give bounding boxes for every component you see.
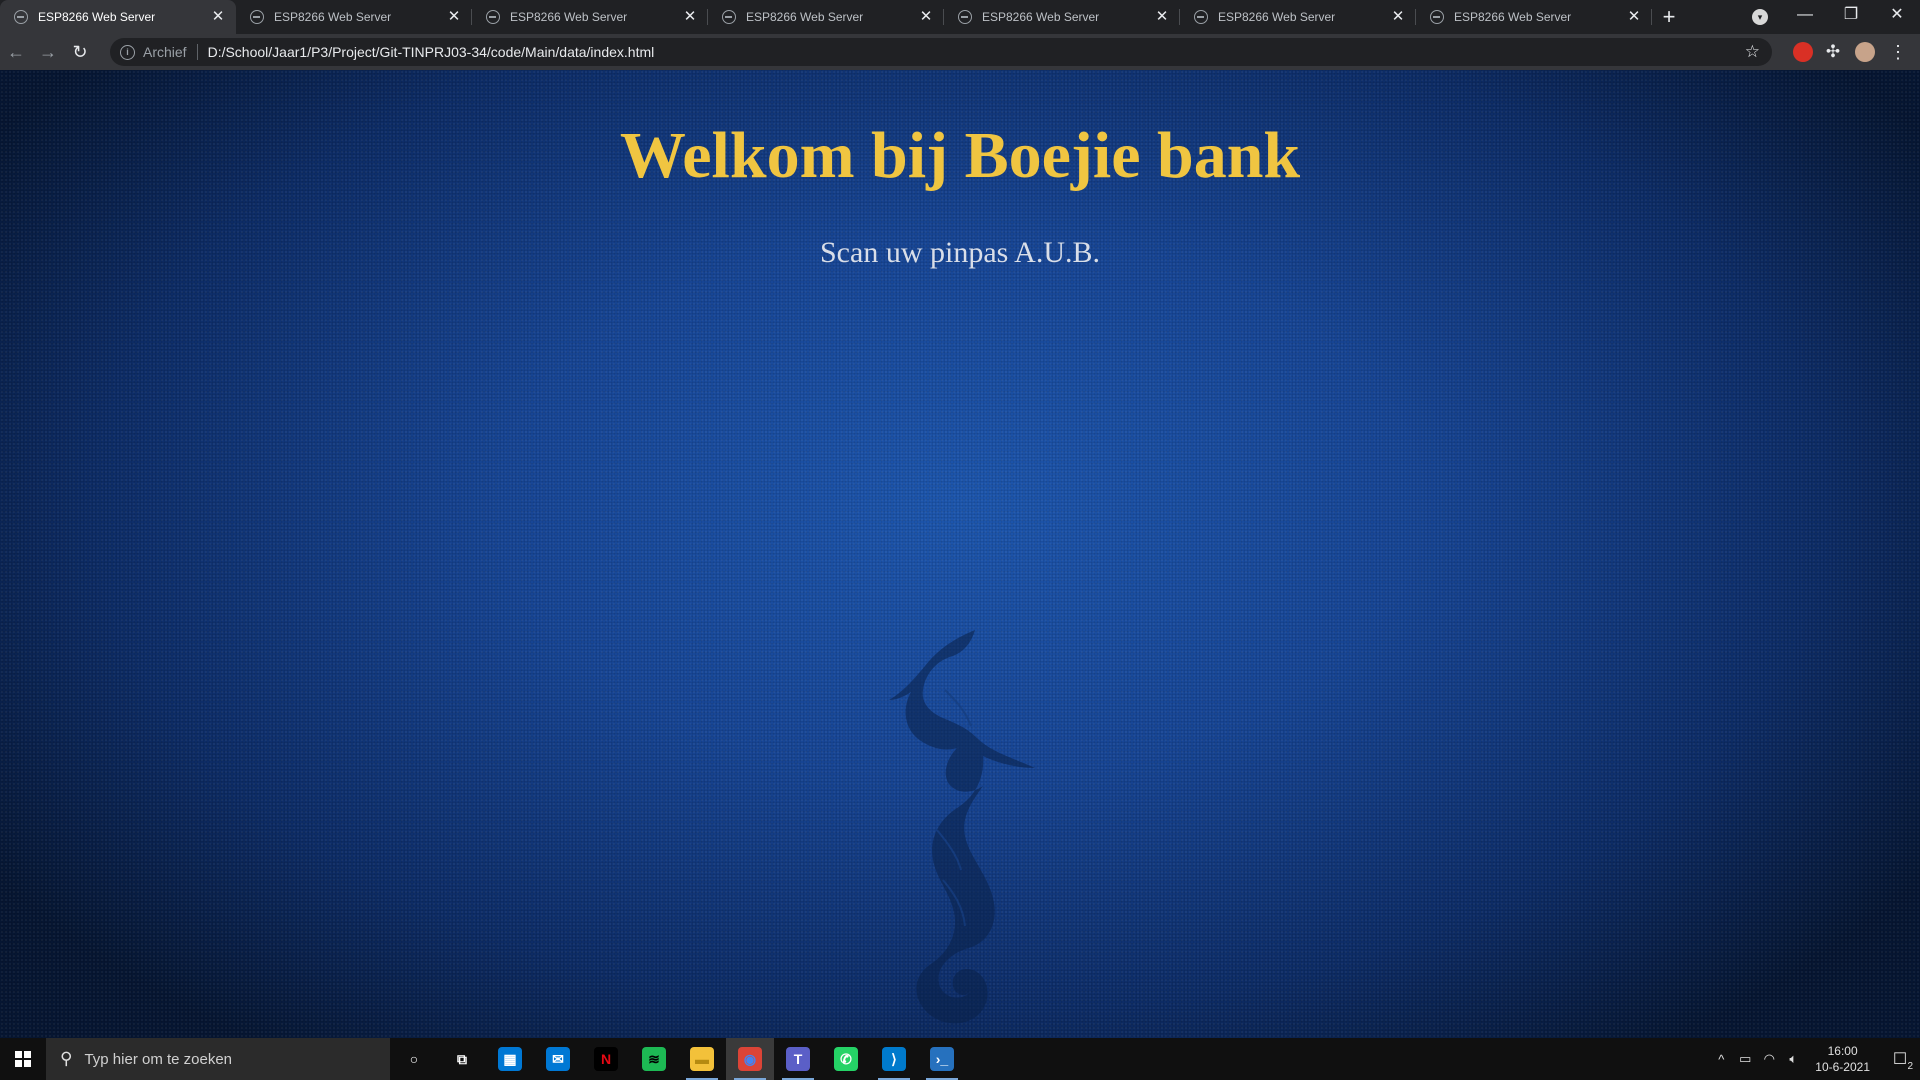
search-placeholder: Typ hier om te zoeken xyxy=(84,1050,233,1068)
globe-icon xyxy=(1430,10,1444,24)
browser-tab[interactable]: ESP8266 Web Server ✕ xyxy=(472,0,708,34)
browser-tab[interactable]: ESP8266 Web Server ✕ xyxy=(1180,0,1416,34)
taskbar-app-button[interactable]: ✆ xyxy=(822,1038,870,1080)
tab-title: ESP8266 Web Server xyxy=(746,10,864,24)
globe-icon xyxy=(722,10,736,24)
close-tab-icon[interactable]: ✕ xyxy=(682,9,698,25)
extension-red-icon[interactable] xyxy=(1793,42,1813,62)
address-scheme-label: Archief xyxy=(143,44,198,60)
task-view-icon: ⧉ xyxy=(457,1050,467,1067)
address-bar[interactable]: i Archief D:/School/Jaar1/P3/Project/Git… xyxy=(110,38,1772,66)
netflix-icon: N xyxy=(594,1047,618,1071)
minimize-button[interactable]: — xyxy=(1782,0,1828,34)
battery-icon[interactable]: ▭ xyxy=(1733,1051,1757,1067)
page-heading: Welkom bij Boejie bank xyxy=(619,119,1301,192)
close-tab-icon[interactable]: ✕ xyxy=(1154,9,1170,25)
page-subheading: Scan uw pinpas A.U.B. xyxy=(820,236,1100,269)
taskbar-pinned-apps: ○ ⧉ ▦ ✉ N ≋ ▬ ◉ T ✆ ⟩ ›_ xyxy=(390,1038,966,1080)
browser-tab[interactable]: ESP8266 Web Server ✕ xyxy=(708,0,944,34)
whatsapp-icon: ✆ xyxy=(834,1047,858,1071)
profile-avatar[interactable] xyxy=(1855,42,1875,62)
file-explorer-icon: ▬ xyxy=(690,1047,714,1071)
windows-taskbar: ⚲ Typ hier om te zoeken ○ ⧉ ▦ ✉ N ≋ ▬ ◉ T ✆ ⟩ ›_ ^ … xyxy=(0,1038,1920,1080)
info-icon[interactable]: i xyxy=(120,44,135,60)
cortana-icon: ○ xyxy=(409,1051,419,1067)
notification-icon: ☐ xyxy=(1892,1051,1908,1068)
tab-title: ESP8266 Web Server xyxy=(510,10,628,24)
system-tray: ^ ▭ ◠ 🔈︎ 16:00 10-6-2021 ☐ 2 xyxy=(1709,1038,1920,1080)
vscode-icon: ⟩ xyxy=(882,1047,906,1071)
taskbar-clock[interactable]: 16:00 10-6-2021 xyxy=(1805,1043,1880,1075)
page-viewport: Welkom bij Boejie bank Scan uw pinpas A.… xyxy=(0,70,1920,1038)
windows-logo-icon xyxy=(15,1051,31,1067)
globe-icon xyxy=(14,10,28,24)
globe-icon xyxy=(1194,10,1208,24)
notification-count: 2 xyxy=(1907,1061,1913,1072)
forward-button[interactable]: → xyxy=(32,36,64,68)
search-icon: ⚲ xyxy=(60,1049,73,1068)
tab-title: ESP8266 Web Server xyxy=(982,10,1100,24)
tab-list: ESP8266 Web Server ✕ ESP8266 Web Server ✕ ES… xyxy=(0,0,1652,34)
clock-date: 10-6-2021 xyxy=(1815,1060,1870,1074)
tab-title: ESP8266 Web Server xyxy=(38,10,156,24)
close-tab-icon[interactable]: ✕ xyxy=(918,9,934,25)
taskbar-app-button[interactable]: ≋ xyxy=(630,1038,678,1080)
taskbar-app-button[interactable]: ○ xyxy=(390,1038,438,1080)
tab-title: ESP8266 Web Server xyxy=(274,10,392,24)
close-tab-icon[interactable]: ✕ xyxy=(1626,9,1642,25)
globe-icon xyxy=(958,10,972,24)
teams-icon: T xyxy=(786,1047,810,1071)
microsoft-store-icon: ▦ xyxy=(498,1047,522,1071)
taskbar-app-button[interactable]: ◉ xyxy=(726,1038,774,1080)
browser-menu-icon[interactable]: ⋮ xyxy=(1888,42,1908,62)
taskbar-app-button[interactable]: ▬ xyxy=(678,1038,726,1080)
mail-icon: ✉ xyxy=(546,1047,570,1071)
tab-search-icon[interactable]: ▾ xyxy=(1752,9,1768,25)
taskbar-app-button[interactable]: ⟩ xyxy=(870,1038,918,1080)
browser-tab[interactable]: ESP8266 Web Server ✕ xyxy=(236,0,472,34)
taskbar-app-button[interactable]: T xyxy=(774,1038,822,1080)
taskbar-app-button[interactable]: N xyxy=(582,1038,630,1080)
extensions-puzzle-icon[interactable]: ✣ xyxy=(1823,42,1843,62)
bookmark-star-icon[interactable]: ☆ xyxy=(1745,42,1760,62)
powershell-icon: ›_ xyxy=(930,1047,954,1071)
globe-icon xyxy=(250,10,264,24)
tab-title: ESP8266 Web Server xyxy=(1454,10,1572,24)
reload-button[interactable]: ↻ xyxy=(64,36,96,68)
window-controls: — ❐ ✕ xyxy=(1782,0,1920,34)
clock-time: 16:00 xyxy=(1827,1044,1858,1058)
browser-tab[interactable]: ESP8266 Web Server ✕ xyxy=(0,0,236,34)
restore-button[interactable]: ❐ xyxy=(1828,0,1874,34)
taskbar-app-button[interactable]: ›_ xyxy=(918,1038,966,1080)
start-button[interactable] xyxy=(0,1038,46,1080)
taskbar-app-button[interactable]: ⧉ xyxy=(438,1038,486,1080)
show-hidden-icons-icon[interactable]: ^ xyxy=(1709,1052,1733,1067)
taskbar-search-box[interactable]: ⚲ Typ hier om te zoeken xyxy=(46,1038,390,1080)
chrome-icon: ◉ xyxy=(738,1047,762,1071)
taskbar-app-button[interactable]: ▦ xyxy=(486,1038,534,1080)
wifi-icon[interactable]: ◠ xyxy=(1757,1051,1781,1067)
tab-strip: ESP8266 Web Server ✕ ESP8266 Web Server ✕ ES… xyxy=(0,0,1920,34)
close-window-button[interactable]: ✕ xyxy=(1874,0,1920,34)
taskbar-app-button[interactable]: ✉ xyxy=(534,1038,582,1080)
close-tab-icon[interactable]: ✕ xyxy=(210,9,226,25)
browser-tab[interactable]: ESP8266 Web Server ✕ xyxy=(1416,0,1652,34)
close-tab-icon[interactable]: ✕ xyxy=(1390,9,1406,25)
close-tab-icon[interactable]: ✕ xyxy=(446,9,462,25)
volume-icon[interactable]: 🔈︎ xyxy=(1781,1051,1805,1067)
globe-icon xyxy=(486,10,500,24)
new-tab-button[interactable]: + xyxy=(1652,0,1686,34)
tab-separator xyxy=(1651,9,1652,25)
tab-title: ESP8266 Web Server xyxy=(1218,10,1336,24)
seahorse-silhouette-image xyxy=(889,630,1035,1024)
browser-tab[interactable]: ESP8266 Web Server ✕ xyxy=(944,0,1180,34)
action-center-button[interactable]: ☐ 2 xyxy=(1880,1038,1920,1080)
spotify-icon: ≋ xyxy=(642,1047,666,1071)
address-url[interactable]: D:/School/Jaar1/P3/Project/Git-TINPRJ03-… xyxy=(208,44,655,60)
browser-toolbar: ← → ↻ i Archief D:/School/Jaar1/P3/Proje… xyxy=(0,34,1920,70)
back-button[interactable]: ← xyxy=(0,36,32,68)
